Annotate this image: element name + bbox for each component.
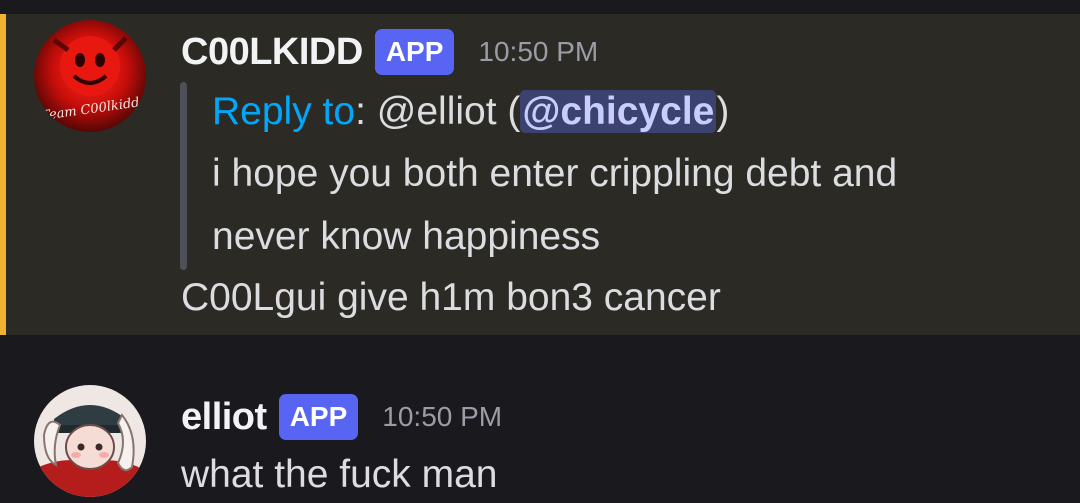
- reply-quote-line: i hope you both enter crippling debt and: [212, 152, 898, 195]
- app-badge: APP: [278, 394, 359, 440]
- quote-bar: [180, 82, 187, 270]
- message-elliot[interactable]: elliot APP 10:50 PM what the fuck man: [0, 335, 1080, 503]
- reply-quote-line: never know happiness: [212, 215, 601, 258]
- chat-view: Team C00lkidd C00LKIDD APP 10:50 PM Repl…: [0, 0, 1080, 503]
- message-c00lkidd[interactable]: Team C00lkidd C00LKIDD APP 10:50 PM Repl…: [0, 14, 1080, 335]
- reply-colon: :: [355, 90, 366, 133]
- reply-to-label[interactable]: Reply to: [212, 90, 355, 133]
- reply-suffix: ): [716, 90, 730, 133]
- user-mention[interactable]: @chicycle: [520, 90, 717, 133]
- red-avatar-icon: Team C00lkidd: [34, 20, 146, 132]
- username[interactable]: C00LKIDD: [181, 31, 363, 74]
- reply-header-line: Reply to: @elliot (@chicycle): [212, 90, 729, 134]
- mention-highlight-bar: [0, 14, 6, 335]
- message-text: C00Lgui give h1m bon3 cancer: [181, 276, 721, 319]
- avatar[interactable]: Team C00lkidd: [34, 20, 146, 132]
- message-text: what the fuck man: [181, 453, 498, 496]
- reply-quote: Reply to: @elliot (@chicycle) i hope you…: [180, 82, 1040, 270]
- drawn-character-avatar-icon: [34, 385, 146, 497]
- reply-prefix: @elliot (: [365, 90, 521, 133]
- timestamp[interactable]: 10:50 PM: [382, 401, 502, 433]
- message-header: C00LKIDD APP 10:50 PM: [181, 24, 598, 80]
- username[interactable]: elliot: [181, 396, 267, 439]
- message-header: elliot APP 10:50 PM: [181, 389, 502, 445]
- timestamp[interactable]: 10:50 PM: [478, 36, 598, 68]
- app-badge: APP: [374, 29, 455, 75]
- avatar[interactable]: [34, 385, 146, 497]
